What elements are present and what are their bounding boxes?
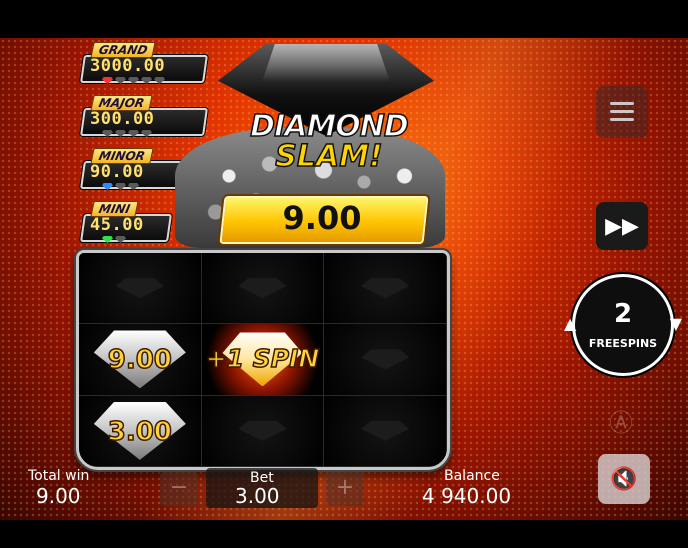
reel-cell: 9.00: [79, 324, 202, 396]
gem-icon: [102, 130, 113, 137]
jackpot-grand-value: 3000.00: [90, 56, 166, 76]
reel-cell: [324, 324, 447, 396]
jackpot-minor-value: 90.00: [90, 162, 144, 182]
green-gem-icon: [102, 236, 113, 243]
reel-cell: [201, 395, 325, 467]
jackpot-grand: GRAND 3000.00: [80, 42, 208, 86]
menu-button[interactable]: [596, 86, 648, 138]
reel-cell: [324, 253, 447, 325]
jackpot-grand-gems: [102, 77, 165, 84]
logo-line-1: DIAMOND: [249, 109, 409, 144]
jackpot-major: MAJOR 300.00: [80, 95, 208, 139]
jackpot-mini-gems: [102, 236, 126, 243]
empty-diamond-icon: [238, 420, 287, 441]
gem-icon: [128, 77, 139, 84]
balance-value: 4 940.00: [422, 484, 512, 508]
empty-diamond-icon: [115, 278, 164, 299]
arrow-down-icon: ▼: [669, 314, 682, 333]
hamburger-icon: [610, 110, 634, 113]
fast-forward-button[interactable]: ▶▶: [596, 202, 648, 250]
autoplay-icon: Ⓐ: [609, 408, 633, 437]
total-win-value: 9.00: [36, 484, 81, 508]
bet-decrease-button[interactable]: −: [160, 472, 198, 506]
empty-diamond-icon: [361, 349, 410, 370]
reel-cell: [324, 395, 447, 467]
game-logo: DIAMOND SLAM!: [244, 109, 414, 174]
gem-icon: [115, 77, 126, 84]
freespins-count: 2: [613, 299, 633, 329]
arrow-up-icon: ▲: [564, 314, 577, 333]
gem-icon: [115, 236, 126, 243]
jackpot-mini-value: 45.00: [90, 215, 144, 235]
diamond-value: 9.00: [107, 345, 173, 377]
balance-label: Balance: [444, 468, 500, 484]
reel-grid: 9.00 +1 SPIN 3.00: [76, 250, 450, 470]
gem-icon: [141, 130, 152, 137]
bet-increase-button[interactable]: +: [326, 472, 364, 506]
jackpot-major-value: 300.00: [90, 109, 155, 129]
gem-icon: [115, 183, 126, 190]
empty-diamond-icon: [238, 278, 287, 299]
diamond-shine: [262, 44, 390, 82]
autoplay-button[interactable]: Ⓐ: [598, 400, 644, 440]
sound-muted-icon: 🔇: [610, 466, 638, 492]
gem-icon: [115, 130, 126, 137]
sound-toggle-button[interactable]: 🔇: [598, 454, 650, 504]
total-win-label: Total win: [28, 468, 90, 484]
hamburger-icon: [610, 118, 634, 121]
hamburger-icon: [610, 102, 634, 105]
extra-spin-label: +1 SPIN: [205, 344, 320, 375]
gem-icon: [128, 183, 139, 190]
jackpot-minor-gems: [102, 183, 139, 190]
diamond-value: 3.00: [107, 416, 173, 448]
reel-cell: [201, 253, 325, 325]
logo-line-2: SLAM!: [275, 139, 384, 174]
jackpot-major-gems: [102, 130, 152, 137]
reel-cell: 3.00: [79, 395, 202, 467]
bet-value: 3.00: [235, 484, 280, 508]
empty-diamond-icon: [361, 278, 410, 299]
gem-icon: [154, 77, 165, 84]
gem-icon: [128, 130, 139, 137]
reel-cell: +1 SPIN: [201, 324, 325, 396]
fast-forward-icon: ▶▶: [605, 213, 639, 239]
freespins-label: FREESPINS: [588, 337, 658, 350]
freespins-ring: 2 FREESPINS: [572, 274, 674, 376]
freespins-counter: 2 FREESPINS ▲ ▼: [564, 268, 682, 382]
empty-diamond-icon: [361, 420, 410, 441]
win-amount: 9.00: [282, 199, 362, 237]
red-gem-icon: [102, 77, 113, 84]
gem-icon: [141, 77, 152, 84]
reel-cell: [79, 253, 202, 325]
blue-gem-icon: [102, 183, 113, 190]
